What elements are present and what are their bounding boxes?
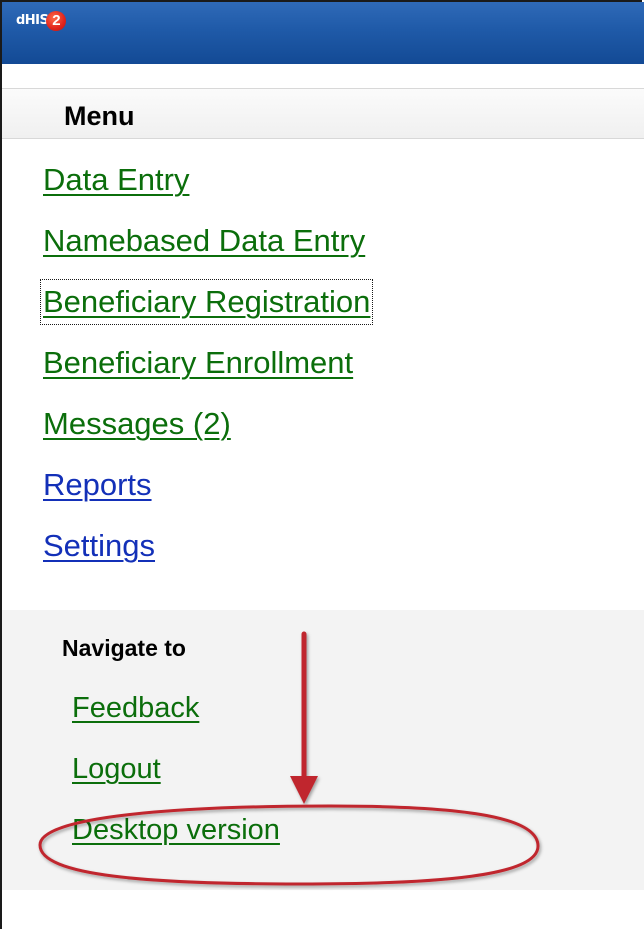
menu-item: Messages (2) bbox=[43, 404, 370, 465]
messages-link[interactable]: Messages (2) bbox=[43, 404, 231, 444]
menu-item: Reports bbox=[43, 465, 370, 526]
nav-item: Feedback bbox=[72, 688, 280, 749]
menu-item: Settings bbox=[43, 526, 370, 587]
menu-item: Beneficiary Registration bbox=[39, 279, 374, 343]
menu-header: Menu bbox=[2, 88, 644, 139]
desktop-version-link[interactable]: Desktop version bbox=[72, 814, 280, 846]
settings-link[interactable]: Settings bbox=[43, 526, 155, 566]
feedback-link[interactable]: Feedback bbox=[72, 692, 199, 724]
top-bar: dHIS 2 bbox=[2, 2, 644, 64]
navigate-list: Feedback Logout Desktop version bbox=[72, 688, 280, 871]
menu-item: Beneficiary Enrollment bbox=[43, 343, 370, 404]
menu-list: Data Entry Namebased Data Entry Benefici… bbox=[39, 160, 374, 587]
logo-text: dHIS bbox=[16, 13, 49, 28]
menu-title: Menu bbox=[64, 101, 135, 131]
reports-link[interactable]: Reports bbox=[43, 465, 152, 505]
data-entry-link[interactable]: Data Entry bbox=[43, 160, 189, 200]
dhis2-logo[interactable]: dHIS 2 bbox=[16, 10, 67, 32]
nav-item: Desktop version bbox=[72, 810, 280, 871]
nav-item: Logout bbox=[72, 749, 280, 810]
logo-badge: 2 bbox=[46, 11, 67, 31]
beneficiary-registration-link[interactable]: Beneficiary Registration bbox=[39, 279, 374, 325]
namebased-data-entry-link[interactable]: Namebased Data Entry bbox=[43, 221, 365, 261]
beneficiary-enrollment-link[interactable]: Beneficiary Enrollment bbox=[43, 343, 353, 383]
navigate-title: Navigate to bbox=[62, 635, 186, 661]
menu-item: Data Entry bbox=[43, 160, 370, 221]
menu-item: Namebased Data Entry bbox=[43, 221, 370, 282]
logout-link[interactable]: Logout bbox=[72, 753, 161, 785]
